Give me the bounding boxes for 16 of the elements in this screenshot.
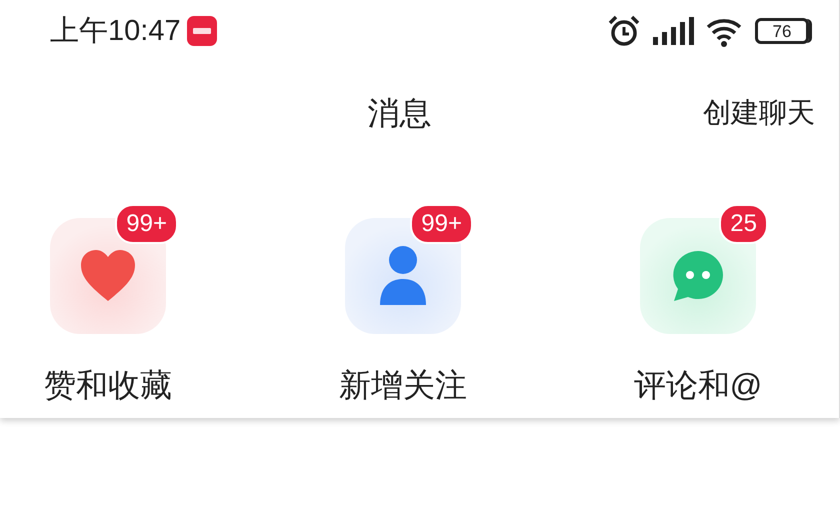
shortcut-label: 评论和@	[634, 366, 762, 405]
battery-indicator: 76	[755, 18, 809, 44]
app-logo-icon	[186, 16, 217, 46]
page-title: 消息	[368, 94, 432, 133]
count-badge: 25	[719, 204, 768, 244]
alarm-icon	[607, 15, 641, 47]
shortcut-label: 新增关注	[339, 366, 467, 405]
count-badge: 99+	[115, 204, 178, 244]
chat-bubble-icon	[671, 249, 725, 303]
status-time: 上午10:47	[50, 14, 181, 49]
create-chat-link[interactable]: 创建聊天	[703, 94, 815, 132]
shortcut-label: 赞和收藏	[44, 366, 172, 405]
heart-icon	[79, 249, 137, 303]
person-icon	[379, 245, 427, 307]
signal-icon	[651, 15, 695, 47]
count-badge: 99+	[410, 204, 473, 244]
